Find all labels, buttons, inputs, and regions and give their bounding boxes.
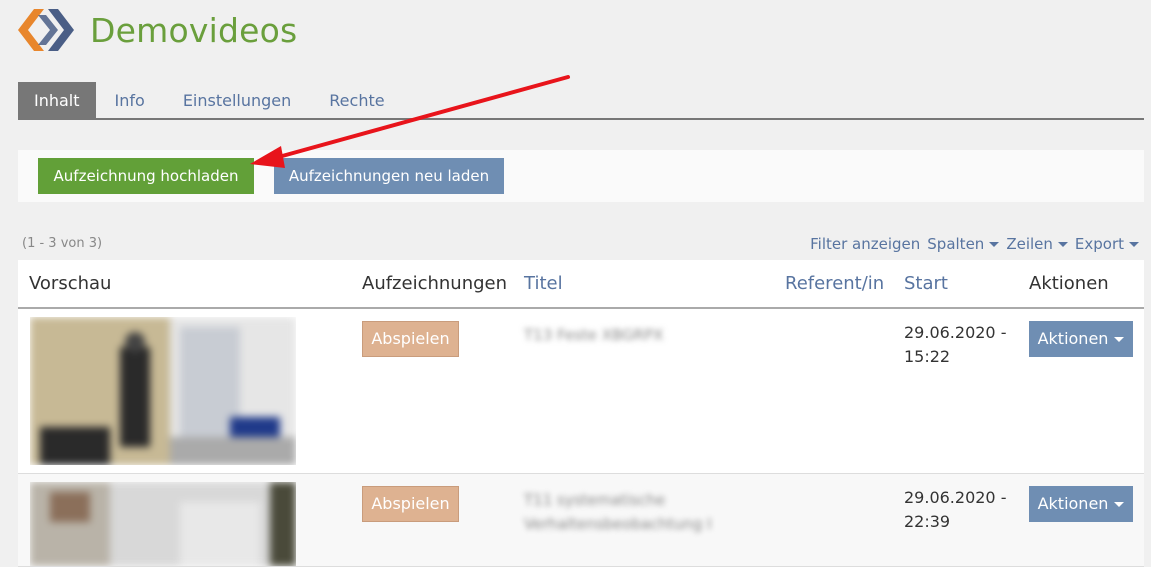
columns-dropdown[interactable]: Spalten — [927, 235, 1000, 253]
caret-down-icon — [1114, 337, 1125, 342]
table-row: Abspielen T11 systematische Verhaltensbe… — [18, 474, 1144, 567]
page-header: Demovideos — [18, 0, 297, 60]
tab-bar: Inhalt Info Einstellungen Rechte — [18, 82, 1144, 120]
actions-label: Aktionen — [1037, 329, 1109, 348]
start-time: 22:39 — [904, 512, 951, 531]
rows-dropdown-label: Zeilen — [1006, 235, 1053, 253]
column-header-preview: Vorschau — [29, 273, 112, 294]
column-header-actions: Aktionen — [1029, 273, 1109, 294]
tab-rechte[interactable]: Rechte — [310, 82, 403, 118]
actions-label: Aktionen — [1037, 494, 1109, 513]
video-thumbnail-image — [30, 482, 296, 566]
actions-dropdown-button[interactable]: Aktionen — [1029, 486, 1133, 522]
export-dropdown-label: Export — [1074, 235, 1124, 253]
play-button[interactable]: Abspielen — [362, 486, 459, 522]
video-thumbnail[interactable] — [30, 482, 296, 566]
columns-dropdown-label: Spalten — [927, 235, 985, 253]
caret-down-icon — [1057, 242, 1068, 247]
result-count: (1 - 3 von 3) — [22, 236, 103, 251]
start-date: 29.06.2020 - — [904, 488, 1007, 507]
tab-info[interactable]: Info — [96, 82, 164, 118]
start-time: 15:22 — [904, 347, 951, 366]
caret-down-icon — [1114, 502, 1125, 507]
recording-start: 29.06.2020 - 22:39 — [904, 486, 1006, 534]
table-tools: Filter anzeigen Spalten Zeilen Export — [810, 235, 1139, 253]
rows-dropdown[interactable]: Zeilen — [1006, 235, 1068, 253]
actions-dropdown-button[interactable]: Aktionen — [1029, 321, 1133, 357]
column-header-recordings: Aufzeichnungen — [362, 273, 508, 294]
tab-inhalt[interactable]: Inhalt — [18, 82, 96, 118]
start-date: 29.06.2020 - — [904, 323, 1007, 342]
tab-einstellungen[interactable]: Einstellungen — [164, 82, 310, 118]
recordings-table: Vorschau Aufzeichnungen Titel Referent/i… — [18, 260, 1144, 567]
upload-recording-button[interactable]: Aufzeichnung hochladen — [38, 158, 254, 194]
recording-start: 29.06.2020 - 15:22 — [904, 321, 1006, 369]
filter-toggle-link[interactable]: Filter anzeigen — [810, 235, 920, 253]
export-dropdown[interactable]: Export — [1075, 235, 1139, 253]
page-title: Demovideos — [90, 10, 298, 50]
caret-down-icon — [1129, 242, 1139, 247]
diamond-chevron-logo-icon — [18, 9, 74, 51]
video-thumbnail-image — [30, 317, 296, 465]
recording-title[interactable]: T11 systematische Verhaltensbeobachtung … — [524, 488, 764, 536]
video-thumbnail[interactable] — [30, 317, 296, 465]
caret-down-icon — [989, 242, 1000, 247]
column-header-start[interactable]: Start — [904, 273, 948, 294]
column-header-title[interactable]: Titel — [524, 273, 563, 294]
play-button[interactable]: Abspielen — [362, 321, 459, 357]
column-header-speaker[interactable]: Referent/in — [785, 273, 884, 294]
table-header: Vorschau Aufzeichnungen Titel Referent/i… — [18, 260, 1144, 309]
table-row: Abspielen T13 Feste XBGRPX 29.06.2020 - … — [18, 309, 1144, 474]
action-toolbar: Aufzeichnung hochladen Aufzeichnungen ne… — [18, 150, 1144, 202]
recording-title[interactable]: T13 Feste XBGRPX — [524, 323, 764, 347]
reload-recordings-button[interactable]: Aufzeichnungen neu laden — [274, 158, 504, 194]
